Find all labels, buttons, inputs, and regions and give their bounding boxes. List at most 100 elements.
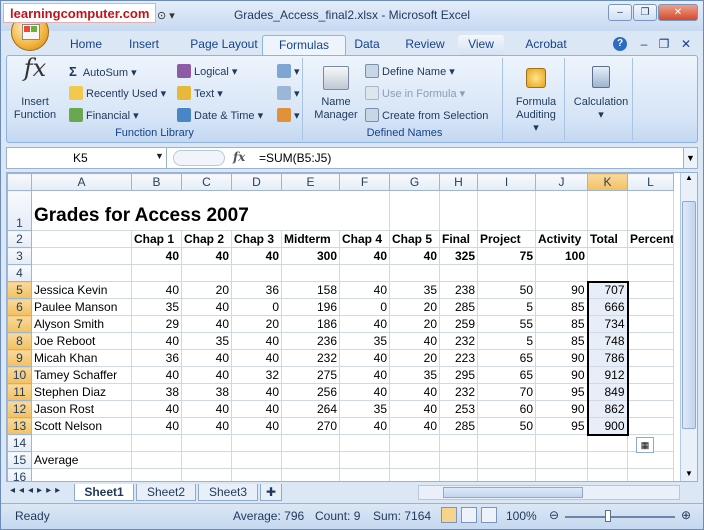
column-header-j[interactable]: J: [535, 173, 588, 191]
cell-E12[interactable]: 264: [281, 400, 340, 418]
cell-F2[interactable]: Chap 4: [339, 230, 390, 248]
cell-D13[interactable]: 40: [231, 417, 282, 435]
cell-F6[interactable]: 0: [339, 298, 390, 316]
cell-H9[interactable]: 223: [439, 349, 478, 367]
cell-D14[interactable]: [231, 434, 282, 452]
tab-insert[interactable]: Insert: [122, 35, 166, 55]
cell-G13[interactable]: 40: [389, 417, 440, 435]
cell-C3[interactable]: 40: [181, 247, 232, 265]
horizontal-scrollbar[interactable]: [418, 485, 680, 500]
formula-input[interactable]: =SUM(B5:J5): [259, 151, 331, 165]
cell-L12[interactable]: [627, 400, 674, 418]
column-header-b[interactable]: B: [131, 173, 182, 191]
column-header-k[interactable]: K: [587, 173, 628, 191]
cell-G11[interactable]: 40: [389, 383, 440, 401]
cell-K14[interactable]: [587, 434, 628, 452]
cell-G14[interactable]: [389, 434, 440, 452]
cell-E10[interactable]: 275: [281, 366, 340, 384]
row-header[interactable]: 3: [7, 247, 32, 265]
cell-A3[interactable]: [31, 247, 132, 265]
cell-G6[interactable]: 20: [389, 298, 440, 316]
ribbon-minimize-icon[interactable]: –: [637, 35, 651, 55]
cell-L16[interactable]: [627, 468, 674, 481]
zoom-in-icon[interactable]: ⊕: [681, 508, 691, 522]
row-header[interactable]: 8: [7, 332, 32, 350]
cell-F14[interactable]: [339, 434, 390, 452]
cell-F11[interactable]: 40: [339, 383, 390, 401]
cell-D6[interactable]: 0: [231, 298, 282, 316]
cell-L4[interactable]: [627, 264, 674, 282]
cell-E11[interactable]: 256: [281, 383, 340, 401]
cell-B7[interactable]: 29: [131, 315, 182, 333]
cell-C14[interactable]: [181, 434, 232, 452]
cell-D12[interactable]: 40: [231, 400, 282, 418]
vertical-scrollbar[interactable]: ▲ ▼: [680, 173, 697, 481]
cell-I4[interactable]: [477, 264, 536, 282]
sheet-tab-sheet2[interactable]: Sheet2: [136, 484, 196, 501]
cell-J10[interactable]: 90: [535, 366, 588, 384]
cell-K1[interactable]: [587, 190, 628, 231]
cell-C15[interactable]: [181, 451, 232, 469]
cell-H2[interactable]: Final: [439, 230, 478, 248]
calculation-button[interactable]: Calculation ▾: [571, 62, 631, 122]
cell-D9[interactable]: 40: [231, 349, 282, 367]
cell-L13[interactable]: [627, 417, 674, 435]
cell-H16[interactable]: [439, 468, 478, 481]
name-box[interactable]: K5: [7, 148, 167, 168]
math-trig-button[interactable]: ▾: [277, 86, 300, 100]
insert-function-button[interactable]: 𝑓x Insert Function: [11, 56, 59, 122]
name-box-dropdown-icon[interactable]: ▼: [155, 151, 164, 161]
cell-C5[interactable]: 20: [181, 281, 232, 299]
cell-C13[interactable]: 40: [181, 417, 232, 435]
cell-J1[interactable]: [535, 190, 588, 231]
tab-data[interactable]: Data: [349, 35, 385, 55]
cell-J9[interactable]: 90: [535, 349, 588, 367]
cell-I6[interactable]: 5: [477, 298, 536, 316]
cell-K11[interactable]: 849: [586, 383, 629, 401]
cell-J2[interactable]: Activity: [535, 230, 588, 248]
vertical-scroll-thumb[interactable]: [682, 201, 696, 429]
cell-F4[interactable]: [339, 264, 390, 282]
cell-E16[interactable]: [281, 468, 340, 481]
help-icon[interactable]: ?: [613, 37, 627, 51]
cell-A11[interactable]: Stephen Diaz: [31, 383, 132, 401]
cell-H8[interactable]: 232: [439, 332, 478, 350]
auto-fill-options-icon[interactable]: ▦: [636, 437, 654, 453]
cell-A14[interactable]: [31, 434, 132, 452]
cell-G1[interactable]: [389, 190, 440, 231]
cell-E6[interactable]: 196: [281, 298, 340, 316]
cell-A9[interactable]: Micah Khan: [31, 349, 132, 367]
cell-G3[interactable]: 40: [389, 247, 440, 265]
cell-D8[interactable]: 40: [231, 332, 282, 350]
cell-D7[interactable]: 20: [231, 315, 282, 333]
cell-B14[interactable]: [131, 434, 182, 452]
cell-L7[interactable]: [627, 315, 674, 333]
cell-E8[interactable]: 236: [281, 332, 340, 350]
cell-D5[interactable]: 36: [231, 281, 282, 299]
cell-F8[interactable]: 35: [339, 332, 390, 350]
cell-G12[interactable]: 40: [389, 400, 440, 418]
row-header[interactable]: 11: [7, 383, 32, 401]
cell-J15[interactable]: [535, 451, 588, 469]
cell-D4[interactable]: [231, 264, 282, 282]
cell-G10[interactable]: 35: [389, 366, 440, 384]
cell-E15[interactable]: [281, 451, 340, 469]
define-name-button[interactable]: Define Name ▾: [365, 64, 455, 78]
cell-I3[interactable]: 75: [477, 247, 536, 265]
row-header[interactable]: 13: [7, 417, 32, 435]
cell-K3[interactable]: [587, 247, 628, 265]
ribbon-restore-icon[interactable]: ❐: [657, 35, 671, 55]
ribbon-close-icon[interactable]: ✕: [679, 35, 693, 55]
cell-A7[interactable]: Alyson Smith: [31, 315, 132, 333]
zoom-slider-handle[interactable]: [605, 510, 611, 522]
cell-E3[interactable]: 300: [281, 247, 340, 265]
cell-I9[interactable]: 65: [477, 349, 536, 367]
cell-L9[interactable]: [627, 349, 674, 367]
cell-E2[interactable]: Midterm: [281, 230, 340, 248]
cell-I12[interactable]: 60: [477, 400, 536, 418]
cell-B16[interactable]: [131, 468, 182, 481]
date-time-button[interactable]: Date & Time ▾: [177, 108, 263, 122]
cell-B10[interactable]: 40: [131, 366, 182, 384]
sheet-nav-arrows-icon[interactable]: ◂◂◂▸▸▸: [10, 485, 64, 496]
spreadsheet-table[interactable]: A B C D E F G H I J K L 1 Grades for Access 2007 2 Chap…: [7, 173, 674, 481]
